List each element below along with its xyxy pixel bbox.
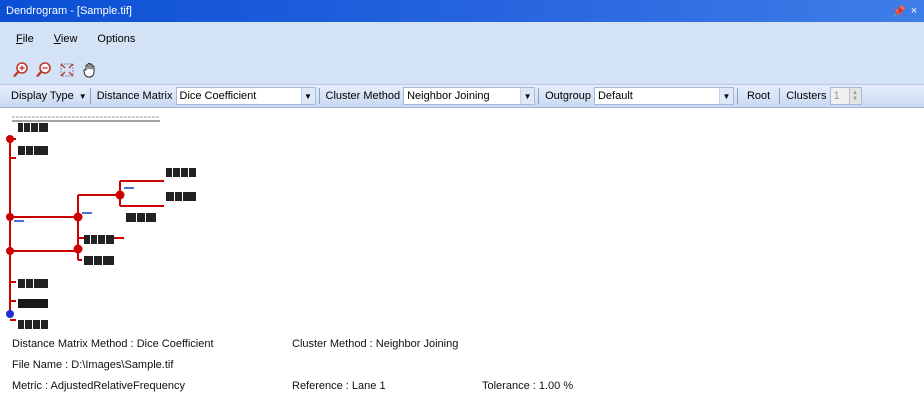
menu-file-mnemonic: F (16, 33, 23, 45)
chevron-down-icon[interactable]: ▼ (520, 88, 535, 104)
reference-info: Reference : Lane 1 (292, 380, 386, 392)
cluster-method-label: Cluster Method (325, 90, 401, 102)
file-name-info: File Name : D:\Images\Sample.tif (12, 359, 174, 371)
close-icon[interactable]: × (908, 5, 920, 18)
cluster-node (6, 213, 14, 221)
outgroup-value: Default (597, 90, 633, 102)
menu-view-label: iew (60, 33, 78, 45)
lane-thumbnail (18, 320, 48, 329)
distance-matrix-method-info: Distance Matrix Method : Dice Coefficien… (12, 338, 214, 350)
menu-file-label: ile (22, 33, 34, 45)
cluster-node (6, 135, 14, 143)
menu-view[interactable]: View (54, 33, 78, 45)
toolbar-separator (318, 88, 320, 104)
menu-file[interactable]: File (16, 33, 34, 45)
menu-options[interactable]: Options (97, 33, 135, 45)
chevron-down-icon: ▼ (78, 91, 87, 101)
outgroup-select[interactable]: Default ▼ (593, 87, 734, 105)
fit-to-window-icon[interactable] (56, 60, 77, 80)
dendrogram-svg (6, 116, 196, 329)
pan-hand-icon[interactable] (79, 60, 100, 80)
dendrogram-canvas[interactable] (0, 108, 924, 395)
chevron-down-icon[interactable]: ▼ (718, 88, 733, 104)
lane-thumbnail (166, 192, 196, 201)
lane-thumbnail (84, 256, 114, 265)
dendrogram-nodes (6, 135, 125, 318)
window-title: Dendrogram - [Sample.tif] (6, 5, 132, 17)
clusters-spinner[interactable]: 1 ▲ ▼ (829, 87, 862, 105)
menu-bar: File View Options (0, 22, 924, 56)
cluster-method-info: Cluster Method : Neighbor Joining (292, 338, 459, 350)
distance-scale (12, 116, 160, 122)
root-node (6, 310, 14, 318)
cluster-method-value: Neighbor Joining (407, 90, 490, 102)
root-button[interactable]: Root (741, 85, 776, 107)
distance-matrix-select[interactable]: Dice Coefficient ▼ (175, 87, 316, 105)
cluster-node (115, 190, 125, 200)
cluster-method-select[interactable]: Neighbor Joining ▼ (403, 87, 536, 105)
lane-thumbnail (18, 123, 48, 132)
toolbar-separator (89, 88, 91, 104)
cluster-node (73, 212, 83, 222)
toolbar-separator (779, 88, 781, 104)
spinner-arrows-icon[interactable]: ▲ ▼ (848, 88, 861, 104)
metric-info: Metric : AdjustedRelativeFrequency (12, 380, 186, 392)
lane-thumbnail (166, 168, 196, 177)
zoom-out-icon[interactable] (33, 60, 54, 80)
lane-thumbnail (18, 299, 48, 308)
cluster-node (6, 247, 14, 255)
menu-view-mnemonic: V (53, 33, 61, 45)
outgroup-label: Outgroup (545, 90, 591, 102)
distance-matrix-value: Dice Coefficient (179, 90, 257, 102)
title-bar: Dendrogram - [Sample.tif] 📌 × (0, 0, 924, 22)
clusters-value: 1 (833, 90, 840, 102)
tolerance-info: Tolerance : 1.00 % (482, 380, 574, 392)
root-label: Root (746, 90, 771, 102)
options-toolbar: Display Type ▼ Distance Matrix Dice Coef… (0, 84, 924, 108)
icon-toolbar (0, 56, 924, 84)
display-type-dropdown[interactable]: Display Type ▼ (0, 85, 87, 107)
clusters-label: Clusters (786, 90, 827, 102)
lane-thumbnail (18, 146, 48, 155)
lane-thumbnails (18, 123, 196, 329)
lane-thumbnail (18, 279, 48, 288)
lane-thumbnail (84, 235, 114, 244)
zoom-in-icon[interactable] (10, 60, 31, 80)
toolbar-separator (736, 88, 738, 104)
pin-icon[interactable]: 📌 (892, 5, 906, 18)
dendrogram-branches (9, 138, 164, 321)
toolbar-separator (538, 88, 540, 104)
chevron-down-icon[interactable]: ▼ (300, 88, 315, 104)
window-controls: 📌 × (892, 5, 924, 18)
distance-matrix-label: Distance Matrix (96, 90, 173, 102)
lane-thumbnail (126, 213, 156, 222)
cluster-node (73, 244, 83, 254)
display-type-label: Display Type (11, 90, 74, 102)
